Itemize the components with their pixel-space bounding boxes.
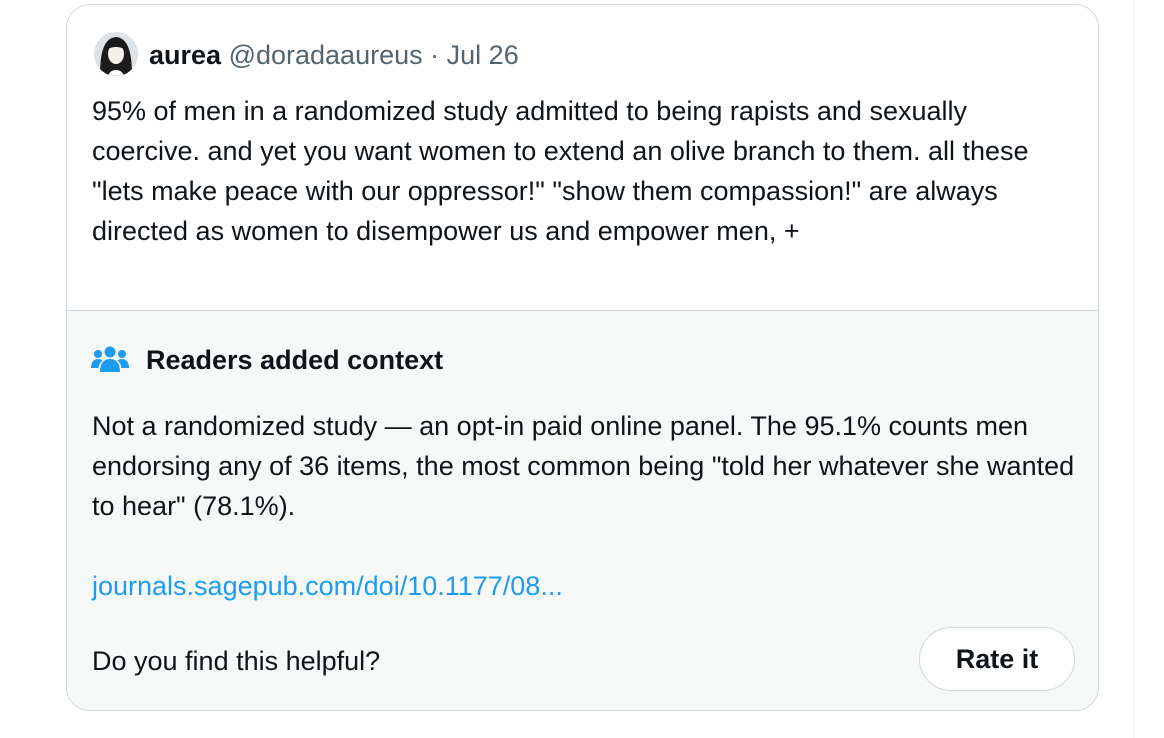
helpful-question: Do you find this helpful?	[92, 646, 381, 676]
rate-it-button[interactable]: Rate it	[919, 627, 1075, 691]
community-note: Readers added context Not a randomized s…	[67, 310, 1098, 710]
source-link[interactable]: journals.sagepub.com/doi/10.1177/08...	[92, 566, 563, 606]
header-separator: ·	[430, 40, 440, 70]
post[interactable]: aurea @doradaaureus · Jul 26 95% of men …	[67, 5, 1098, 310]
post-header: aurea @doradaaureus · Jul 26	[149, 38, 519, 72]
note-heading: Readers added context	[146, 345, 444, 375]
avatar[interactable]	[94, 32, 138, 76]
quoted-post-card[interactable]: aurea @doradaaureus · Jul 26 95% of men …	[66, 4, 1099, 711]
people-group-icon	[91, 344, 129, 374]
avatar-image	[94, 32, 138, 76]
note-body: Not a randomized study — an opt-in paid …	[92, 411, 1075, 521]
post-date[interactable]: Jul 26	[447, 40, 519, 70]
author-name[interactable]: aurea	[149, 40, 221, 70]
author-handle[interactable]: @doradaaureus	[229, 40, 423, 70]
scrollbar-track	[1133, 0, 1134, 738]
post-text: 95% of men in a randomized study admitte…	[92, 96, 1029, 246]
